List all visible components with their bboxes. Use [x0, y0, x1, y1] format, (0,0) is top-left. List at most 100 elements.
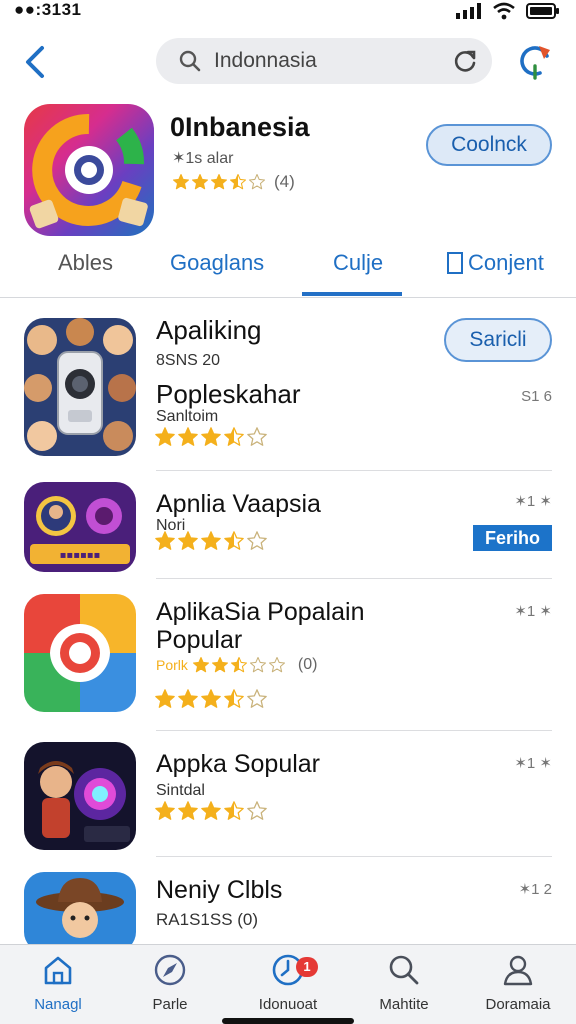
app-icon-game: ▪▪▪▪▪▪ — [24, 482, 136, 572]
divider — [156, 470, 552, 471]
tabbar-item-search[interactable]: Mahtite — [354, 953, 454, 1013]
tab-ables[interactable]: Ables — [58, 250, 113, 276]
tabbar-item-home[interactable]: Nanagl — [8, 953, 108, 1013]
get-button[interactable]: Coolnck — [426, 124, 552, 166]
list-item-icon[interactable] — [24, 318, 136, 456]
compass-icon — [154, 954, 186, 986]
star-icon — [268, 656, 285, 673]
list-item-title: Neniy Clbls — [156, 876, 283, 904]
star-icon — [201, 801, 221, 820]
svg-text:▪▪▪▪▪▪: ▪▪▪▪▪▪ — [60, 550, 101, 561]
star-icon — [229, 173, 247, 190]
list-item-title: Apaliking — [156, 315, 262, 345]
star-icon — [224, 801, 244, 820]
star-icon — [155, 689, 175, 708]
status-time: ●●:3131 — [14, 0, 82, 19]
star-icon — [247, 801, 267, 820]
notification-badge: 1 — [296, 957, 318, 977]
star-icon — [247, 427, 267, 446]
square-icon — [447, 252, 463, 274]
star-icon — [249, 656, 266, 673]
star-icon — [211, 656, 228, 673]
star-rating — [192, 656, 286, 674]
person-icon — [503, 955, 533, 986]
status-bar: ●●:3131 — [0, 0, 576, 22]
star-icon — [192, 656, 209, 673]
star-icon — [178, 531, 198, 550]
list-item-rank: ✶1 ✶ — [514, 493, 552, 510]
star-icon — [247, 531, 267, 550]
app-logo-icon — [24, 104, 154, 236]
divider — [156, 730, 552, 731]
tabbar-label: Mahtite — [379, 996, 429, 1013]
star-icon — [230, 656, 247, 673]
share-button[interactable] — [514, 40, 556, 82]
list-item-subtitle: RA1S1SS (0) — [156, 910, 259, 929]
list-item-subtitle: Sintdal — [156, 782, 205, 799]
tab-culje[interactable]: Culje — [333, 250, 383, 276]
list-item-icon[interactable] — [24, 742, 136, 850]
wifi-icon — [493, 2, 515, 20]
tabbar-label: Idonuoat — [258, 996, 318, 1013]
app-icon-camera-people — [24, 318, 136, 456]
star-icon — [191, 173, 209, 190]
tab-conjent-label: Conjent — [468, 250, 544, 275]
search-icon — [179, 50, 201, 72]
star-icon — [178, 689, 198, 708]
divider — [156, 578, 552, 579]
refresh-icon[interactable] — [452, 48, 478, 74]
list-item-subtitle: Porlk — [156, 657, 188, 673]
star-icon — [178, 801, 198, 820]
search-icon — [389, 955, 419, 985]
star-rating — [154, 688, 268, 710]
star-icon — [210, 173, 228, 190]
app-icon-cowboy — [24, 872, 136, 952]
list-item-rank: ✶1 2 — [518, 881, 552, 898]
list-item-title2: Popular — [156, 626, 243, 654]
star-icon — [172, 173, 190, 190]
tabbar-label: Nanagl — [34, 996, 82, 1013]
app-rating: (4) — [172, 172, 295, 192]
list-item-icon[interactable] — [24, 872, 136, 952]
star-icon — [155, 801, 175, 820]
tab-indicator — [302, 292, 402, 296]
search-query: Indonnasia — [214, 49, 317, 72]
search-input[interactable]: Indonnasia — [156, 38, 492, 84]
list-item-rank: S1 6 — [521, 388, 552, 405]
star-icon — [155, 427, 175, 446]
list-item-subtitle: 8SNS 20 — [156, 352, 221, 369]
segment-tabs: Ables Goaglans Culje Conjent — [0, 240, 576, 298]
signal-icon — [456, 3, 481, 19]
star-icon — [247, 689, 267, 708]
app-icon-ring — [24, 594, 136, 712]
list-item-rank: ✶1 ✶ — [514, 603, 552, 620]
tabbar-item-updates[interactable]: 1 Idonuoat — [238, 953, 338, 1013]
app-title: 0Inbanesia — [170, 112, 310, 142]
list-item-developer: Sanltoim — [156, 408, 219, 425]
list-item-title: Apnlia Vaapsia — [156, 490, 321, 518]
list-item-action-button[interactable]: Saricli — [444, 318, 552, 362]
top-navigation: Indonnasia — [0, 34, 576, 90]
list-item-icon[interactable] — [24, 594, 136, 712]
tabbar-label: Parle — [152, 996, 188, 1013]
list-item-title2: Popleskahar — [156, 379, 301, 409]
home-icon — [44, 956, 72, 985]
star-icon — [224, 531, 244, 550]
tabbar-item-profile[interactable]: Doramaia — [468, 953, 568, 1013]
star-icon — [201, 427, 221, 446]
tabbar-item-explore[interactable]: Parle — [120, 953, 220, 1013]
star-icon — [224, 689, 244, 708]
tab-goaglans[interactable]: Goaglans — [170, 250, 264, 276]
list-item-rating-line: Porlk (0) — [156, 656, 317, 674]
back-button[interactable] — [20, 42, 50, 82]
star-icon — [201, 531, 221, 550]
tabbar-label: Doramaia — [485, 996, 551, 1013]
star-rating — [154, 530, 268, 552]
star-icon — [178, 427, 198, 446]
star-icon — [224, 427, 244, 446]
list-item-icon[interactable]: ▪▪▪▪▪▪ — [24, 482, 136, 572]
list-item-action-button[interactable]: Feriho — [473, 525, 552, 551]
star-icon — [201, 689, 221, 708]
tab-conjent[interactable]: Conjent — [446, 250, 544, 276]
list-item-title: Appka Sopular — [156, 750, 321, 778]
